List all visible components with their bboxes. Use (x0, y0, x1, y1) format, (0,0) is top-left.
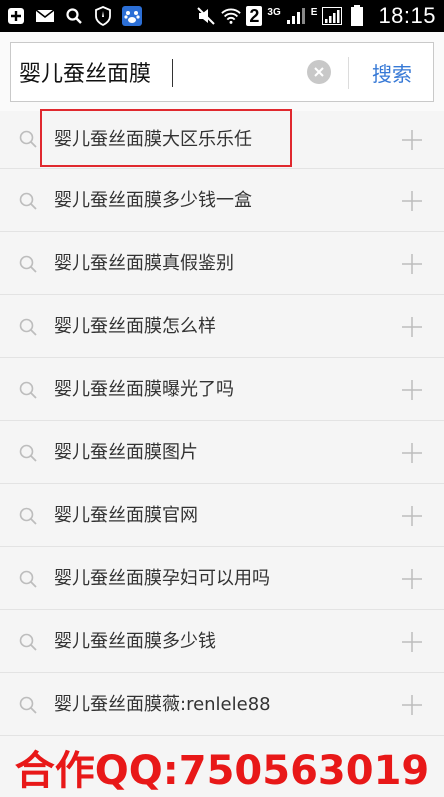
paw-icon (122, 6, 142, 26)
signal-icon-2 (322, 7, 343, 25)
plus-icon[interactable] (400, 693, 424, 717)
mute-icon (196, 7, 216, 25)
plus-icon[interactable] (400, 441, 424, 465)
search-header: 搜索 (0, 32, 444, 111)
plus-icon[interactable] (400, 189, 424, 213)
status-bar-notifications (0, 6, 142, 26)
plus-icon[interactable] (400, 378, 424, 402)
search-divider (348, 57, 349, 89)
status-bar: 2 3G E 18:15 (0, 0, 444, 32)
plus-icon[interactable] (400, 504, 424, 528)
clock: 18:15 (378, 3, 436, 28)
network-e-label: E (310, 7, 318, 18)
signal-icon (286, 7, 306, 25)
clear-button[interactable] (307, 60, 331, 84)
search-icon (19, 381, 37, 399)
search-icon (19, 130, 37, 148)
network-3g-label: 3G (267, 7, 281, 18)
mail-icon (35, 7, 55, 25)
suggestion-text: 婴儿蚕丝面膜薇:renlele88 (54, 694, 271, 715)
list-item[interactable]: 婴儿蚕丝面膜薇:renlele88 (0, 673, 444, 736)
search-icon (19, 696, 37, 714)
search-icon (19, 633, 37, 651)
search-input[interactable] (19, 55, 299, 89)
search-icon (19, 507, 37, 525)
suggestion-text: 婴儿蚕丝面膜真假鉴别 (54, 253, 234, 274)
list-item[interactable]: 婴儿蚕丝面膜怎么样 (0, 295, 444, 358)
suggestion-text: 婴儿蚕丝面膜图片 (54, 442, 198, 463)
plus-icon[interactable] (400, 630, 424, 654)
battery-icon (347, 5, 367, 26)
suggestion-text: 婴儿蚕丝面膜曝光了吗 (54, 379, 234, 400)
search-icon (19, 255, 37, 273)
search-box: 搜索 (10, 42, 434, 102)
list-item[interactable]: 婴儿蚕丝面膜多少钱 (0, 610, 444, 673)
list-item[interactable]: 婴儿蚕丝面膜曝光了吗 (0, 358, 444, 421)
suggestion-text: 婴儿蚕丝面膜官网 (54, 505, 198, 526)
search-button[interactable]: 搜索 (350, 43, 434, 101)
search-icon (64, 7, 84, 25)
search-icon (19, 444, 37, 462)
suggestion-text: 婴儿蚕丝面膜多少钱 (54, 631, 216, 652)
list-item[interactable]: 婴儿蚕丝面膜多少钱一盒 (0, 169, 444, 232)
sim-badge: 2 (246, 6, 263, 26)
list-item[interactable]: 婴儿蚕丝面膜图片 (0, 421, 444, 484)
list-item[interactable]: 婴儿蚕丝面膜大区乐乐任 (0, 109, 444, 169)
plus-icon[interactable] (400, 252, 424, 276)
highlight-box (40, 109, 292, 167)
suggestion-text: 婴儿蚕丝面膜多少钱一盒 (54, 190, 252, 211)
suggestion-list: 婴儿蚕丝面膜大区乐乐任 婴儿蚕丝面膜多少钱一盒 婴儿蚕丝面膜真假鉴别 婴儿蚕丝面… (0, 109, 444, 736)
status-bar-system: 2 3G E 18:15 (196, 3, 444, 29)
shield-icon (93, 6, 113, 26)
plus-icon[interactable] (400, 567, 424, 591)
plus-icon[interactable] (400, 128, 424, 152)
suggestion-text: 婴儿蚕丝面膜怎么样 (54, 316, 216, 337)
plus-icon[interactable] (400, 315, 424, 339)
suggestion-text: 婴儿蚕丝面膜孕妇可以用吗 (54, 568, 270, 589)
list-item[interactable]: 婴儿蚕丝面膜孕妇可以用吗 (0, 547, 444, 610)
list-item[interactable]: 婴儿蚕丝面膜真假鉴别 (0, 232, 444, 295)
add-icon (6, 7, 26, 25)
search-icon (19, 570, 37, 588)
watermark: 合作QQ:750563019 (14, 748, 430, 794)
search-icon (19, 192, 37, 210)
text-cursor (172, 59, 173, 87)
list-item[interactable]: 婴儿蚕丝面膜官网 (0, 484, 444, 547)
search-icon (19, 318, 37, 336)
close-icon (314, 67, 324, 77)
wifi-icon (221, 7, 242, 25)
